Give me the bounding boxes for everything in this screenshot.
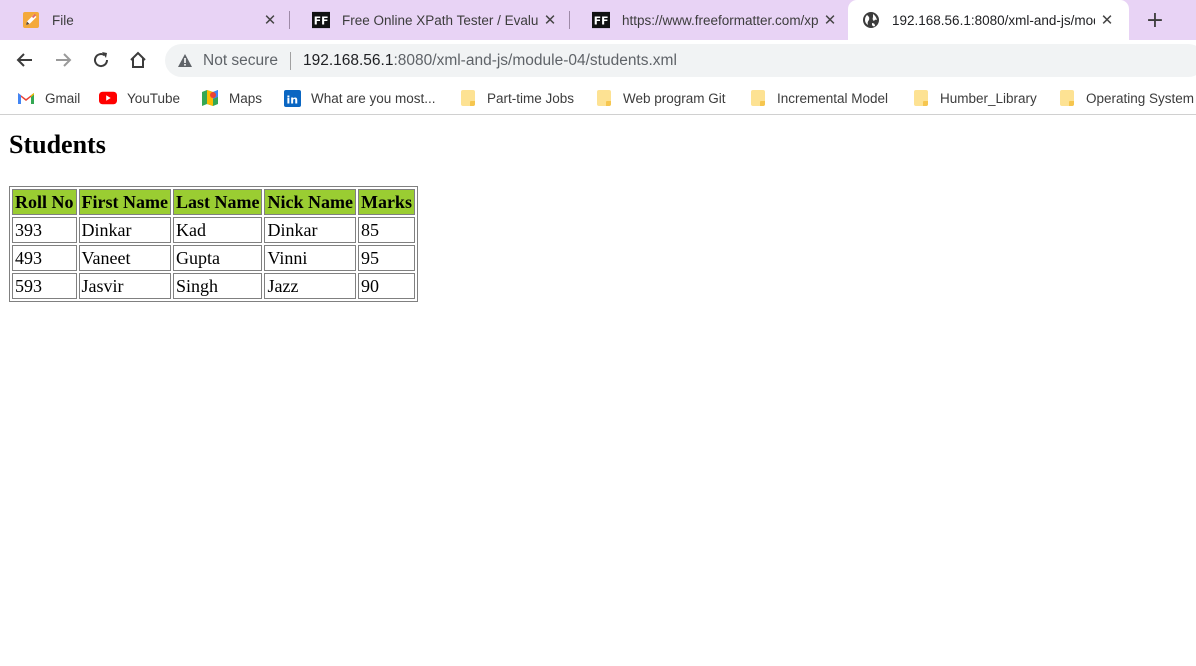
- table-cell: Singh: [172, 273, 263, 299]
- svg-text:FF: FF: [594, 15, 609, 28]
- svg-text:in: in: [286, 93, 298, 106]
- students-table: Roll No First Name Last Name Nick Name M…: [9, 186, 418, 302]
- table-row: 493 Vaneet Gupta Vinni 95: [12, 245, 415, 271]
- reload-button[interactable]: [87, 46, 115, 74]
- folder-icon: [749, 89, 767, 107]
- bookmark-incremental-model[interactable]: Incremental Model: [749, 81, 888, 115]
- url-path: :8080/xml-and-js/module-04/students.xml: [393, 51, 677, 69]
- arrow-left-icon: [16, 53, 32, 67]
- bookmark-label: YouTube: [127, 90, 181, 106]
- reload-icon: [94, 52, 109, 68]
- browser-toolbar: Not secure 192.168.56.1:8080/xml-and-js/…: [0, 40, 1196, 81]
- table-cell: 393: [12, 217, 77, 243]
- table-row: 593 Jasvir Singh Jazz 90: [12, 273, 415, 299]
- close-icon[interactable]: ✕: [818, 8, 842, 32]
- tab-xpath-tester[interactable]: FF Free Online XPath Tester / Evaluator …: [290, 0, 570, 40]
- close-icon[interactable]: ✕: [538, 8, 562, 32]
- table-cell: 593: [12, 273, 77, 299]
- bookmark-maps[interactable]: Maps: [201, 81, 262, 115]
- linkedin-icon: in: [283, 89, 301, 107]
- column-header: Nick Name: [264, 189, 356, 215]
- column-header: Roll No: [12, 189, 77, 215]
- bookmark-part-time-jobs[interactable]: Part-time Jobs: [459, 81, 574, 115]
- page-content: Students Roll No First Name Last Name Ni…: [0, 116, 1196, 666]
- home-button[interactable]: [124, 46, 152, 74]
- table-cell: Vinni: [264, 245, 356, 271]
- forward-button[interactable]: [49, 46, 77, 74]
- bookmark-label: Operating System: [1086, 90, 1195, 106]
- bookmark-label: Incremental Model: [777, 90, 889, 106]
- ff-logo-icon: FF: [592, 11, 610, 29]
- bookmark-label: Gmail: [45, 90, 81, 106]
- tab-strip: File ✕ FF Free Online XPath Tester / Eva…: [0, 0, 1196, 40]
- bookmark-humber-library[interactable]: Humber_Library: [912, 81, 1037, 115]
- svg-text:FF: FF: [314, 15, 329, 28]
- tab-students-xml[interactable]: 192.168.56.1:8080/xml-and-js/module-04/s…: [848, 0, 1129, 40]
- globe-icon: [862, 11, 880, 29]
- table-row: 393 Dinkar Kad Dinkar 85: [12, 217, 415, 243]
- bookmark-label: What are you most...: [311, 90, 436, 106]
- bookmark-linkedin[interactable]: in What are you most...: [283, 81, 436, 115]
- bookmarks-bar: Gmail YouTube Maps in What are you most.…: [0, 81, 1196, 115]
- new-tab-button[interactable]: +: [1142, 7, 1168, 33]
- table-cell: Jazz: [264, 273, 356, 299]
- tab-title: https://www.freeformatter.com/xpath-test…: [622, 12, 818, 28]
- table-cell: Jasvir: [78, 273, 171, 299]
- maps-icon: [201, 89, 219, 107]
- table-cell: Gupta: [172, 245, 263, 271]
- folder-icon: [912, 89, 930, 107]
- table-cell: 95: [357, 245, 415, 271]
- bookmark-web-program-git[interactable]: Web program Git: [595, 81, 726, 115]
- gmail-icon: [17, 89, 35, 107]
- bookmark-label: Web program Git: [623, 90, 726, 106]
- youtube-icon: [99, 89, 117, 107]
- bookmark-label: Humber_Library: [940, 90, 1037, 106]
- tab-title: Free Online XPath Tester / Evaluator: [342, 12, 538, 28]
- table-header-row: Roll No First Name Last Name Nick Name M…: [12, 189, 415, 215]
- table-cell: Vaneet: [78, 245, 171, 271]
- table-cell: 493: [12, 245, 77, 271]
- ff-logo-icon: FF: [312, 11, 330, 29]
- column-header: Marks: [357, 189, 415, 215]
- warning-icon[interactable]: [177, 53, 193, 69]
- folder-icon: [459, 89, 477, 107]
- close-icon[interactable]: ✕: [258, 8, 282, 32]
- back-button[interactable]: [11, 46, 39, 74]
- tab-freeformatter[interactable]: FF https://www.freeformatter.com/xpath-t…: [570, 0, 850, 40]
- folder-icon: [1058, 89, 1076, 107]
- url-host: 192.168.56.1: [302, 51, 394, 69]
- tab-title: File: [52, 12, 74, 28]
- security-label[interactable]: Not secure: [203, 52, 278, 70]
- tab-file[interactable]: File ✕: [0, 0, 290, 40]
- bookmark-label: Part-time Jobs: [487, 90, 575, 106]
- bookmark-label: Maps: [229, 90, 263, 106]
- home-icon: [130, 51, 146, 68]
- folder-icon: [595, 89, 613, 107]
- tab-title: 192.168.56.1:8080/xml-and-js/module-04/s…: [892, 12, 1095, 28]
- page-title: Students: [9, 130, 106, 159]
- table-cell: 90: [357, 273, 415, 299]
- bookmark-gmail[interactable]: Gmail: [17, 81, 80, 115]
- table-cell: Dinkar: [78, 217, 171, 243]
- address-divider: [289, 51, 291, 70]
- pencil-icon: [22, 11, 40, 29]
- column-header: Last Name: [172, 189, 263, 215]
- arrow-right-icon: [56, 53, 72, 67]
- table-cell: Kad: [172, 217, 263, 243]
- bookmark-youtube[interactable]: YouTube: [99, 81, 180, 115]
- table-cell: 85: [357, 217, 415, 243]
- bookmark-operating-system[interactable]: Operating System: [1058, 81, 1194, 115]
- close-icon[interactable]: ✕: [1095, 8, 1119, 32]
- column-header: First Name: [78, 189, 171, 215]
- table-cell: Dinkar: [264, 217, 356, 243]
- address-bar[interactable]: Not secure 192.168.56.1:8080/xml-and-js/…: [165, 44, 1196, 77]
